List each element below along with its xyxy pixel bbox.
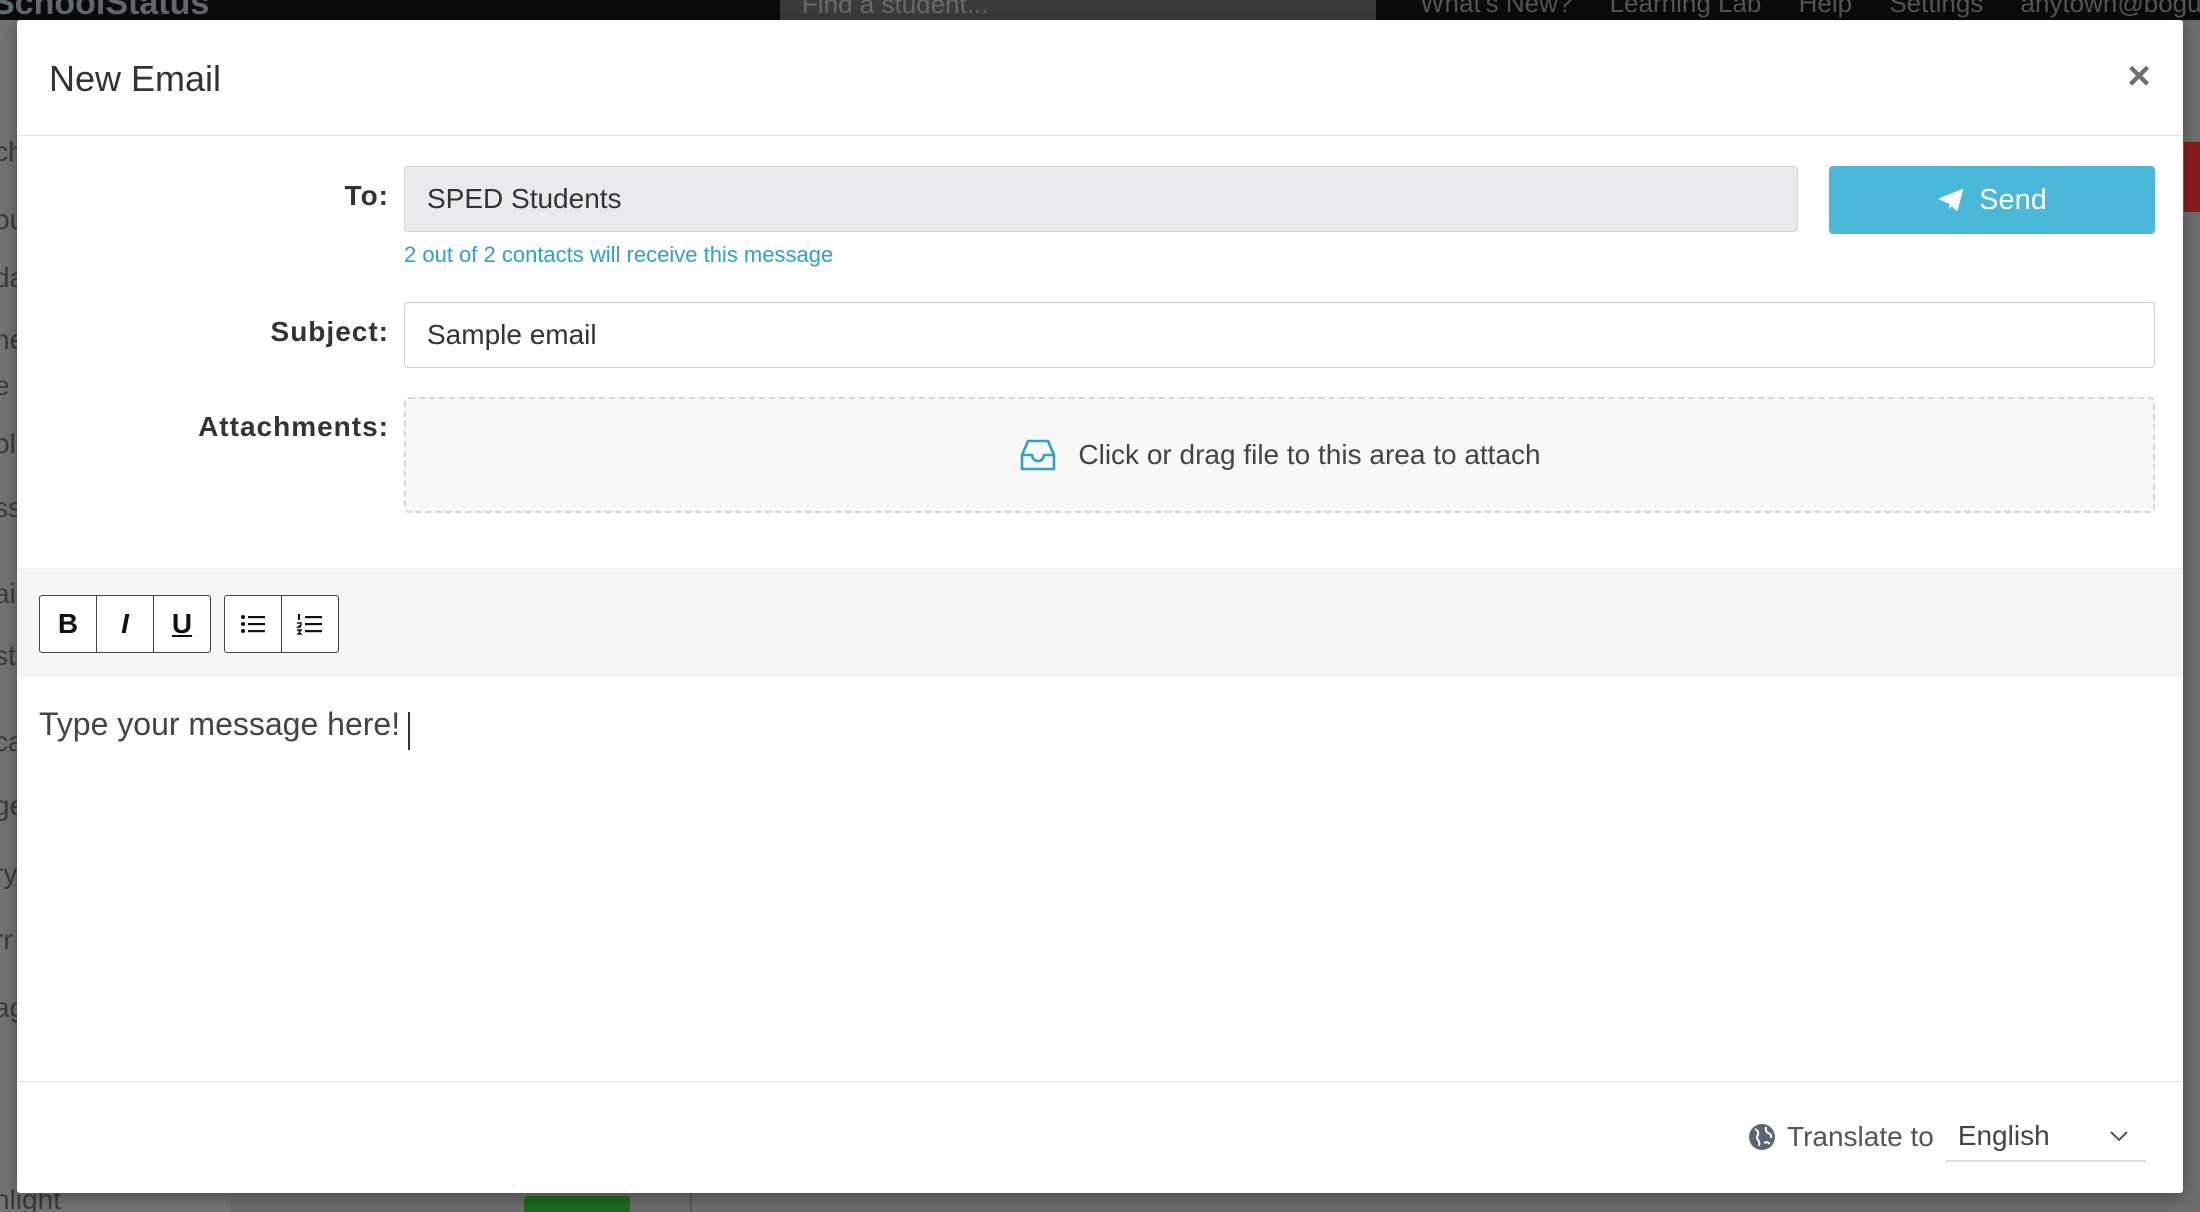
bullet-list-button[interactable] [224, 595, 282, 653]
subject-field[interactable]: Sample email [404, 302, 2155, 368]
background-nav-item: anytown@bogu [2020, 0, 2200, 18]
format-button-group: B I U [39, 595, 211, 653]
dropzone-text: Click or drag file to this area to attac… [1078, 439, 1541, 470]
to-field[interactable]: SPED Students [404, 166, 1798, 232]
translate-label: Translate to [1787, 1121, 1934, 1152]
recipients-note: 2 out of 2 contacts will receive this me… [404, 242, 834, 267]
bullet-list-icon [241, 615, 265, 633]
bold-icon: B [57, 608, 79, 639]
modal-title: New Email [49, 58, 222, 99]
numbered-list-button[interactable] [281, 595, 339, 653]
send-label: Send [1979, 183, 2047, 216]
background-sidebar-item: ry [0, 858, 18, 889]
background-nav-item: Settings [1889, 0, 1984, 18]
italic-icon: I [121, 608, 129, 639]
chevron-down-icon [2110, 1131, 2128, 1142]
subject-label: Subject: [270, 316, 389, 347]
background-nav-item: What's New? [1420, 0, 1573, 18]
background-green-button [524, 1196, 630, 1212]
translate-control: Translate to English [1747, 1112, 2146, 1162]
globe-icon [1749, 1124, 1775, 1150]
background-red-button [2184, 142, 2200, 212]
attachments-label: Attachments: [198, 411, 389, 442]
background-logo: SchoolStatus [0, 0, 210, 22]
background-sidebar-item: rr [0, 924, 13, 955]
background-search: Find a student... [780, 0, 1376, 20]
editor-toolbar: B I U [17, 568, 2183, 676]
language-value: English [1957, 1120, 2050, 1151]
close-button[interactable]: × [2121, 56, 2157, 96]
background-sidebar-item: st [0, 640, 16, 671]
to-label: To: [344, 180, 389, 211]
numbered-list-icon [295, 614, 322, 635]
underline-icon: U [171, 608, 193, 639]
new-email-modal: New Email × To: SPED Students 2 out of 2… [17, 20, 2183, 1193]
inbox-tray-icon [1021, 439, 1056, 471]
background-nav-item: Learning Lab [1609, 0, 1762, 18]
background-topbar: SchoolStatus Find a student... What's Ne… [0, 0, 2200, 20]
background-sidebar-item: e [0, 370, 10, 401]
paper-plane-icon [1938, 188, 1964, 212]
send-button[interactable]: Send [1829, 166, 2155, 234]
attachment-dropzone[interactable]: Click or drag file to this area to attac… [404, 397, 2155, 513]
bold-button[interactable]: B [39, 595, 97, 653]
italic-button[interactable]: I [96, 595, 154, 653]
list-button-group [224, 595, 339, 653]
text-caret [408, 711, 411, 750]
background-nav-item: Help [1798, 0, 1853, 18]
message-body[interactable]: Type your message here! [39, 706, 400, 742]
language-select[interactable]: English [1945, 1112, 2146, 1162]
modal-header: New Email × [17, 20, 2183, 136]
modal-footer: Translate to English [17, 1081, 2183, 1193]
underline-button[interactable]: U [153, 595, 211, 653]
message-editor[interactable]: Type your message here! [17, 676, 2183, 1076]
background-nav: What's New? Learning Lab Help Settings a… [1420, 0, 2200, 16]
background-divider [690, 1190, 692, 1212]
